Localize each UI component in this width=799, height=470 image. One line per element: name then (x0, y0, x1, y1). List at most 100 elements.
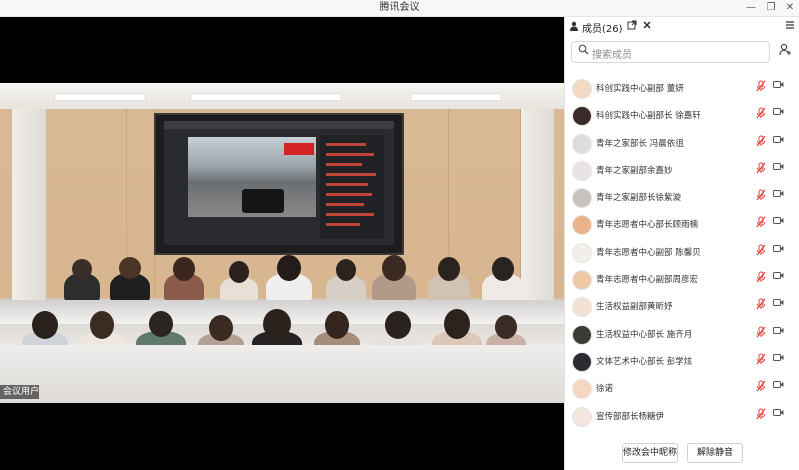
member-row[interactable]: 青年之家副部余嘉妙 (565, 157, 799, 184)
avatar (572, 351, 592, 372)
chat-line (326, 223, 360, 226)
close-window-button[interactable]: ✕ (779, 0, 799, 16)
member-name: 青年之家部长 冯晨依徂 (596, 138, 684, 149)
mic-muted-icon[interactable] (755, 353, 767, 367)
camera-icon[interactable] (772, 244, 784, 258)
member-name: 文体艺术中心部长 彭学炫 (596, 356, 693, 367)
minimize-button[interactable]: — (740, 0, 762, 16)
mic-muted-icon[interactable] (755, 271, 767, 285)
avatar (572, 297, 592, 318)
member-row[interactable]: 青年志愿者中心副部周彦宏 (565, 266, 799, 293)
member-row[interactable]: 科创实践中心副部 董妍 (565, 75, 799, 102)
mic-muted-icon[interactable] (755, 216, 767, 230)
chat-line (326, 173, 376, 176)
participant (266, 255, 312, 303)
member-row[interactable]: 生活权益中心部长 施齐月 (565, 321, 799, 348)
participant (64, 259, 100, 303)
close-icon[interactable] (642, 19, 652, 35)
members-panel: 成员(26) 搜索成员 科创实践中心副部 董妍 科创实践中心副部长 徐嘉轩 青年之家… (564, 17, 799, 470)
avatar (572, 106, 592, 127)
camera-icon[interactable] (772, 298, 784, 312)
member-name: 青年志愿者中心部长顾雨楠 (596, 220, 699, 231)
camera-icon[interactable] (772, 326, 784, 340)
member-row[interactable]: 科创实践中心副部长 徐嘉轩 (565, 102, 799, 129)
table-front (0, 345, 564, 403)
member-row[interactable]: 青年志愿者中心副部 陈馨贝 (565, 239, 799, 266)
member-search-input[interactable]: 搜索成员 (571, 41, 770, 63)
participant (326, 259, 366, 303)
camera-icon[interactable] (772, 353, 784, 367)
avatar (572, 324, 592, 345)
mic-muted-icon[interactable] (755, 380, 767, 394)
mic-muted-icon[interactable] (755, 107, 767, 121)
mic-muted-icon[interactable] (755, 408, 767, 422)
camera-icon[interactable] (772, 189, 784, 203)
camera-icon[interactable] (772, 80, 784, 94)
members-tab[interactable]: 成员(26) (569, 20, 623, 35)
wall-tv (154, 113, 404, 255)
mic-muted-icon[interactable] (755, 244, 767, 258)
avatar (572, 188, 592, 209)
mic-muted-icon[interactable] (755, 298, 767, 312)
participant (372, 255, 416, 303)
camera-icon[interactable] (772, 107, 784, 121)
chat-stream (320, 135, 384, 239)
camera-icon[interactable] (772, 380, 784, 394)
member-name: 科创实践中心副部长 徐嘉轩 (596, 111, 701, 122)
member-row[interactable]: 文体艺术中心部长 彭学炫 (565, 348, 799, 375)
unmute-button[interactable]: 解除静音 (687, 443, 743, 463)
member-row[interactable]: 青年之家副部长徐紫漩 (565, 184, 799, 211)
member-row[interactable]: 青年之家部长 冯晨依徂 (565, 130, 799, 157)
video-stage[interactable]: 会议用户 (0, 17, 564, 470)
chat-line (326, 203, 364, 206)
invite-icon[interactable] (777, 43, 793, 59)
member-name: 青年志愿者中心副部 陈馨贝 (596, 247, 701, 258)
members-panel-header: 成员(26) (565, 17, 799, 37)
user-name-label: 会议用户 (0, 385, 39, 399)
mic-muted-icon[interactable] (755, 326, 767, 340)
search-row: 搜索成员 (571, 41, 796, 63)
ceiling-light (410, 93, 502, 101)
rename-button[interactable]: 修改会中昵称 (622, 443, 678, 463)
avatar (572, 406, 592, 427)
participant (110, 257, 150, 303)
chat-line (326, 193, 372, 196)
menu-icon[interactable] (785, 19, 795, 35)
member-name: 青年之家副部余嘉妙 (596, 165, 673, 176)
participant (428, 257, 470, 303)
camera-icon[interactable] (772, 135, 784, 149)
members-title: 成员(26) (582, 24, 623, 35)
member-row[interactable]: 青年志愿者中心部长顾雨楠 (565, 211, 799, 238)
member-name: 生活权益副部黄昕妤 (596, 302, 673, 313)
parade-video (188, 137, 316, 217)
chat-line (326, 163, 362, 166)
camera-icon[interactable] (772, 216, 784, 230)
mic-muted-icon[interactable] (755, 135, 767, 149)
ceiling-light (190, 93, 342, 101)
member-list: 科创实践中心副部 董妍 科创实践中心副部长 徐嘉轩 青年之家部长 冯晨依徂 青年之家副… (565, 75, 799, 430)
popout-icon[interactable] (627, 19, 637, 35)
participant (482, 257, 524, 303)
avatar (572, 79, 592, 99)
window-title: 腾讯会议 (379, 2, 420, 13)
tv-screen-content (164, 121, 394, 245)
camera-icon[interactable] (772, 162, 784, 176)
title-bar: 腾讯会议 — ❐ ✕ (0, 0, 799, 17)
avatar (572, 133, 592, 154)
participant (164, 257, 204, 303)
mic-muted-icon[interactable] (755, 162, 767, 176)
chat-line (326, 153, 374, 156)
camera-icon[interactable] (772, 271, 784, 285)
search-placeholder: 搜索成员 (592, 50, 632, 61)
camera-icon[interactable] (772, 408, 784, 422)
member-name: 科创实践中心副部 董妍 (596, 84, 684, 94)
member-row[interactable]: 徐诺 (565, 375, 799, 402)
avatar (572, 215, 592, 236)
mic-muted-icon[interactable] (755, 189, 767, 203)
mic-muted-icon[interactable] (755, 80, 767, 94)
member-row[interactable]: 生活权益副部黄昕妤 (565, 293, 799, 320)
search-icon (578, 44, 589, 58)
chat-line (326, 143, 366, 146)
avatar (572, 160, 592, 181)
member-row[interactable]: 宣传部部长杨糖伊 (565, 403, 799, 430)
